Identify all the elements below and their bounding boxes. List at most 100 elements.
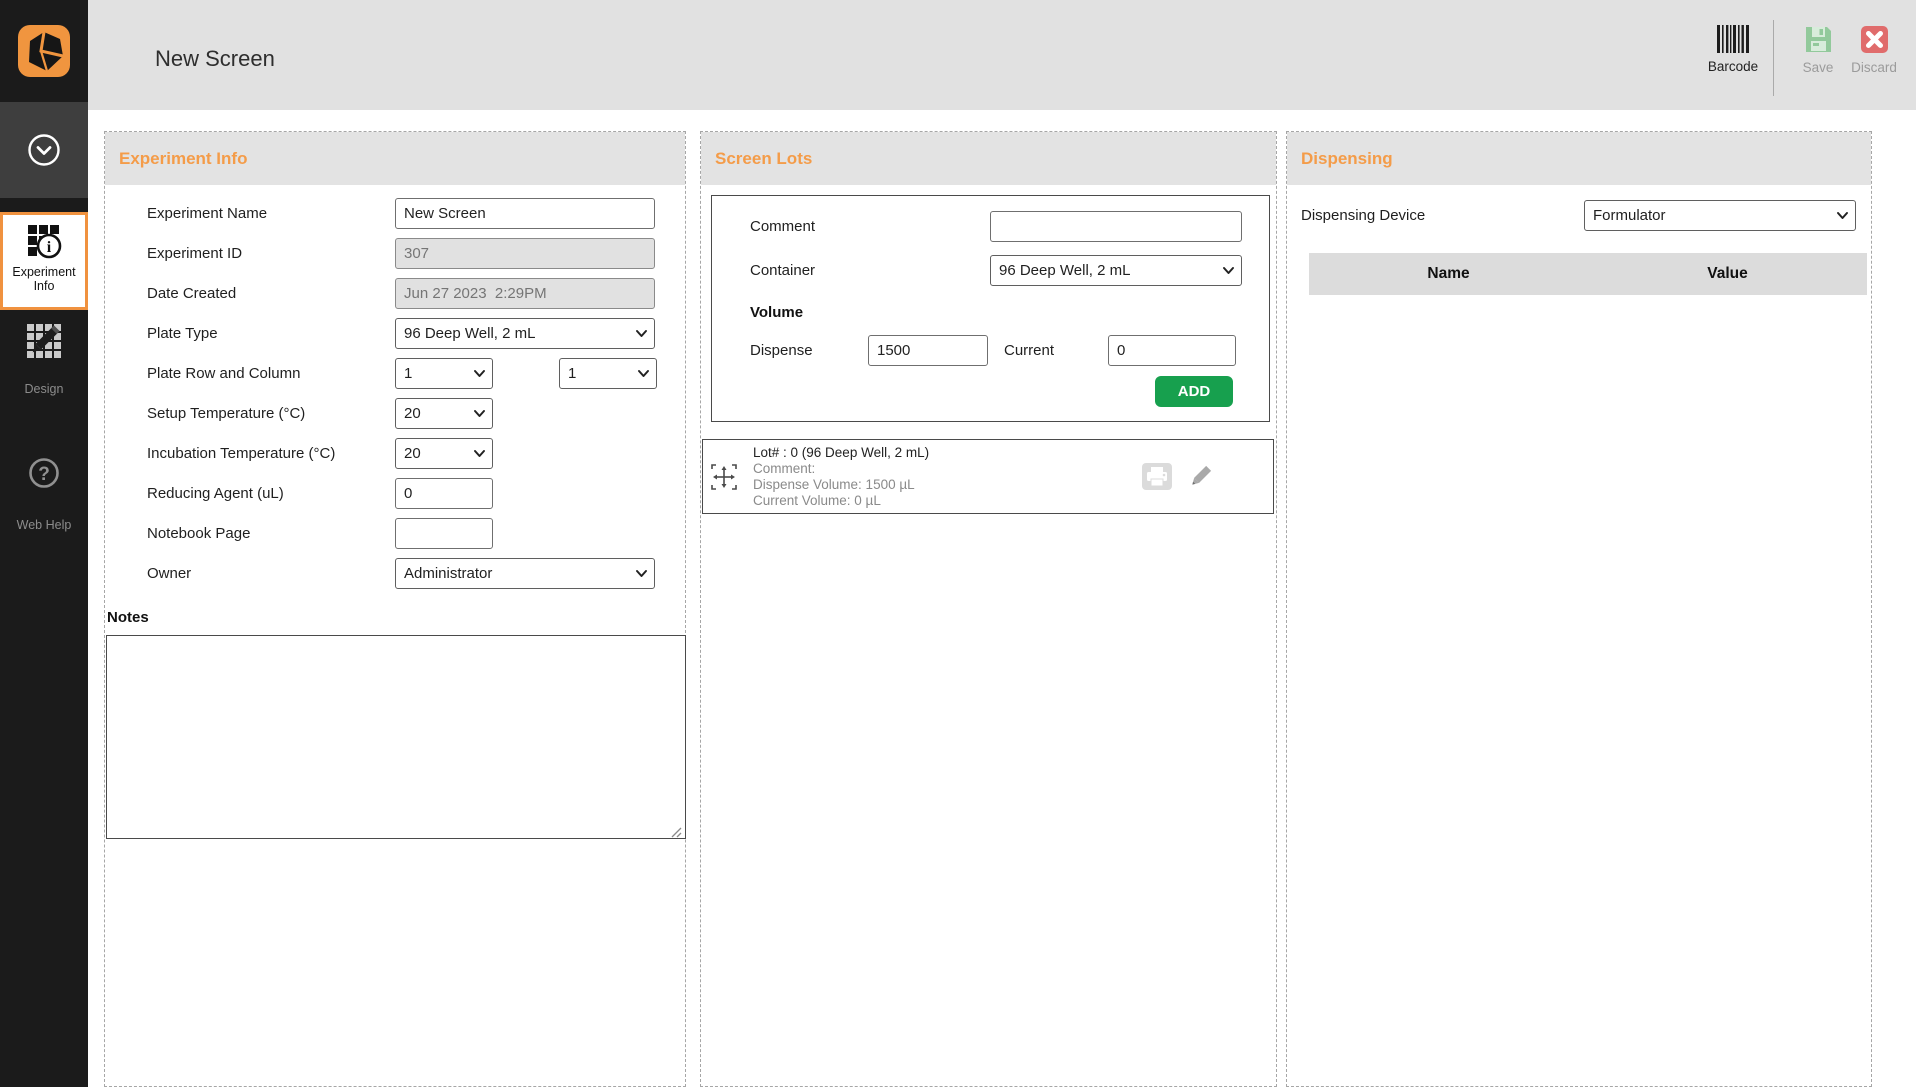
lot-entry-box: Comment Container 96 Deep Well, 2 mL Vol… [711,195,1270,422]
barcode-label: Barcode [1707,59,1759,74]
owner-select[interactable]: Administrator [395,557,655,589]
printer-icon [1142,463,1172,490]
topbar-divider [1773,20,1774,96]
reducing-agent-label: Reducing Agent (uL) [147,484,284,502]
lot-comment: Comment: [753,460,816,476]
sidebar-item-label: Design [24,382,64,396]
column-header-value: Value [1707,265,1748,282]
dispensing-panel: Dispensing Dispensing Device Formulator … [1286,131,1872,1087]
incubation-temperature-label: Incubation Temperature (°C) [147,444,336,462]
current-label: Current [1004,341,1055,359]
plate-row-column-row: Plate Row and Column 1 1 [105,353,685,393]
notebook-page-label: Notebook Page [147,524,251,542]
plate-type-select[interactable]: 96 Deep Well, 2 mL [395,317,655,349]
volume-row: Volume [712,302,1269,322]
container-row: Container 96 Deep Well, 2 mL [712,252,1269,288]
reducing-agent-row: Reducing Agent (uL) [105,473,685,513]
app-logo-icon [18,25,70,77]
date-created-input [395,277,655,309]
current-input[interactable] [1108,334,1236,366]
volume-label: Volume [750,303,804,321]
sidebar-item-label: Web Help [16,518,72,532]
container-select[interactable]: 96 Deep Well, 2 mL [990,254,1242,286]
dispense-current-row: Dispense Current [712,332,1269,368]
setup-temperature-row: Setup Temperature (°C) 20 [105,393,685,433]
comment-row: Comment [712,208,1269,244]
notebook-page-input[interactable] [395,517,493,549]
dispensing-table-header: Name Value [1309,253,1867,295]
experiment-info-panel-title: Experiment Info [105,132,685,185]
screen-lots-panel: Screen Lots Comment Container 96 Deep We… [700,131,1277,1087]
save-button[interactable]: Save [1790,24,1846,75]
plate-row-column-label: Plate Row and Column [147,364,301,382]
experiment-name-input[interactable] [395,197,655,229]
add-lot-button[interactable]: ADD [1155,376,1233,407]
svg-text:i: i [47,239,52,256]
sidebar-item-design[interactable]: Design [0,322,88,396]
discard-label: Discard [1851,60,1897,75]
comment-label: Comment [750,217,816,235]
date-created-label: Date Created [147,284,237,302]
experiment-name-label: Experiment Name [147,204,268,222]
lot-list-item[interactable]: Lot# : 0 (96 Deep Well, 2 mL) Comment: D… [702,439,1274,514]
lot-details: Lot# : 0 (96 Deep Well, 2 mL) Comment: D… [753,445,1142,509]
dispense-label: Dispense [750,341,813,359]
sidebar-item-experiment-info[interactable]: i Experiment Info [0,212,88,310]
discard-button[interactable]: Discard [1846,24,1902,75]
drag-handle-icon[interactable] [711,463,737,490]
notebook-page-row: Notebook Page [105,513,685,553]
chevron-down-circle-icon [28,134,60,166]
page-title: New Screen [155,46,275,71]
dispensing-panel-title: Dispensing [1287,132,1871,185]
help-icon: ? [29,458,59,488]
svg-text:?: ? [38,464,50,485]
plate-design-icon [27,324,61,358]
notes-textarea[interactable] [106,635,686,839]
incubation-temperature-row: Incubation Temperature (°C) 20 [105,433,685,473]
experiment-name-row: Experiment Name [105,193,685,233]
lot-current-volume: Current Volume: 0 µL [753,492,881,508]
plate-column-select[interactable]: 1 [559,357,657,389]
experiment-id-input [395,237,655,269]
owner-row: Owner Administrator [105,553,685,593]
top-bar: New Screen Barcode Save Discard [88,0,1916,110]
plate-type-label: Plate Type [147,324,218,342]
experiment-id-row: Experiment ID [105,233,685,273]
setup-temperature-label: Setup Temperature (°C) [147,404,306,422]
incubation-temperature-select[interactable]: 20 [395,437,493,469]
edit-lot-button[interactable] [1188,464,1213,489]
sidebar-item-label: Experiment Info [12,265,76,293]
barcode-icon [1717,25,1749,53]
pencil-icon [1192,465,1212,485]
save-icon [1805,27,1831,52]
plate-info-icon: i [28,225,62,259]
column-header-name: Name [1427,265,1470,282]
dispensing-device-select[interactable]: Formulator [1584,199,1856,231]
plate-type-row: Plate Type 96 Deep Well, 2 mL [105,313,685,353]
sidebar-collapse-button[interactable] [0,102,88,198]
barcode-button[interactable]: Barcode [1705,24,1761,74]
discard-icon [1860,26,1888,53]
experiment-info-form: Experiment Name Experiment ID Date Creat… [105,193,685,593]
notes-label: Notes [107,609,149,626]
sidebar: i Experiment Info Design ? Web Help [0,0,88,1087]
save-label: Save [1802,60,1834,75]
sidebar-item-web-help[interactable]: ? Web Help [0,456,88,532]
dispensing-device-row: Dispensing Device Formulator [1287,197,1871,233]
lot-dispense-volume: Dispense Volume: 1500 µL [753,476,915,492]
experiment-id-label: Experiment ID [147,244,243,262]
dispense-input[interactable] [868,334,988,366]
experiment-info-panel: Experiment Info Experiment Name Experime… [104,131,686,1087]
print-lot-button[interactable] [1142,463,1172,490]
plate-row-select[interactable]: 1 [395,357,493,389]
reducing-agent-input[interactable] [395,477,493,509]
setup-temperature-select[interactable]: 20 [395,397,493,429]
screen-lots-panel-title: Screen Lots [701,132,1276,185]
dispensing-device-label: Dispensing Device [1301,206,1426,224]
comment-input[interactable] [990,210,1242,242]
container-label: Container [750,261,816,279]
topbar-actions: Barcode Save Discard [1705,20,1902,96]
owner-label: Owner [147,564,192,582]
app-logo[interactable] [0,0,88,102]
lot-title: Lot# : 0 (96 Deep Well, 2 mL) [753,444,930,460]
